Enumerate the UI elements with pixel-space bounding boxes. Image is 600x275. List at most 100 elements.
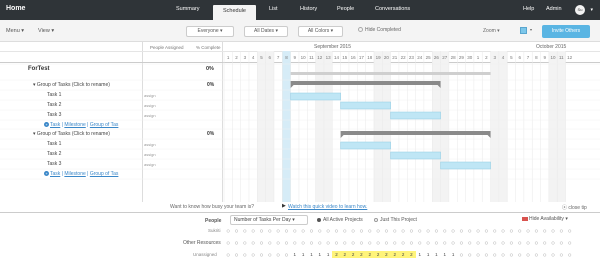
availability-dot — [334, 229, 339, 233]
availability-dot — [559, 241, 563, 245]
add-task-link[interactable]: Task — [50, 122, 60, 128]
add-group-link[interactable]: Group of Tas — [90, 171, 119, 177]
availability-dot — [434, 241, 438, 245]
assign-link[interactable]: assign — [144, 152, 156, 157]
task-name[interactable]: Task 3 — [47, 161, 61, 167]
help-link[interactable]: Help — [523, 6, 534, 12]
availability-dot — [351, 229, 355, 233]
people-filter-dropdown[interactable]: Everyone ▾ — [186, 26, 234, 37]
availability-dot — [393, 229, 397, 233]
availability-dot — [226, 229, 230, 233]
task-bar — [340, 141, 391, 150]
chevron-down-icon[interactable]: ▾ — [590, 7, 593, 13]
day-label: 10 — [551, 55, 557, 60]
tab-summary[interactable]: Summary — [176, 6, 200, 12]
availability-dot — [276, 229, 280, 233]
video-link[interactable]: Watch this quick video to learn how. — [288, 204, 367, 210]
day-label: 13 — [326, 55, 332, 60]
group-label: Group of Tasks (Click to rename) — [36, 82, 110, 88]
day-label: 2 — [485, 55, 488, 60]
add-links: + Task | Milestone | Group of Tas — [44, 171, 119, 177]
assign-link[interactable]: assign — [144, 162, 156, 167]
availability-dot — [443, 229, 447, 233]
availability-dot — [234, 241, 239, 245]
availability-dot — [243, 253, 247, 257]
collapse-triangle-icon[interactable]: ▾ — [33, 131, 36, 137]
close-icon: ⓧ — [562, 205, 568, 211]
task-name[interactable]: Task 1 — [47, 92, 61, 98]
group-row[interactable]: ▾ Group of Tasks (Click to rename) — [33, 131, 110, 137]
home-link[interactable]: Home — [6, 5, 25, 12]
collapse-triangle-icon[interactable]: ▾ — [33, 82, 36, 88]
task-name[interactable]: Task 3 — [47, 112, 61, 118]
plus-icon: + — [44, 122, 49, 128]
add-group-link[interactable]: Group of Tas — [90, 122, 119, 128]
availability-dot — [443, 241, 447, 245]
view-button[interactable]: View ▾ — [38, 28, 54, 34]
menu-button[interactable]: Menu ▾ — [6, 28, 24, 34]
day-label: 27 — [442, 55, 448, 60]
admin-link[interactable]: Admin — [546, 6, 562, 12]
assign-link[interactable]: assign — [144, 93, 156, 98]
availability-dot — [276, 253, 280, 257]
availability-dot — [551, 241, 555, 245]
group-percent: 0% — [207, 82, 215, 88]
availability-dot — [259, 241, 264, 245]
assign-link[interactable]: assign — [144, 113, 156, 118]
avatar[interactable]: Su — [575, 5, 585, 15]
availability-dot — [509, 241, 513, 245]
close-tip-link[interactable]: ⓧ close tip — [562, 204, 587, 211]
availability-dot — [493, 229, 497, 233]
group-summary-bar — [340, 131, 491, 135]
availability-dot — [309, 241, 314, 245]
hide-completed-toggle[interactable]: Hide Completed — [358, 27, 401, 33]
zoom-control[interactable]: Zoom ▾ — [483, 28, 500, 34]
day-label: 12 — [317, 55, 323, 60]
task-bar — [440, 161, 491, 170]
add-milestone-link[interactable]: Milestone — [64, 122, 85, 128]
assign-link[interactable]: assign — [144, 142, 156, 147]
availability-dot — [451, 241, 455, 245]
availability-dot — [376, 229, 380, 233]
date-filter-label: All Dates — [254, 28, 275, 34]
header-line — [0, 51, 600, 52]
group-label: Group of Tasks (Click to rename) — [36, 131, 110, 137]
chevron-down-icon[interactable]: ▾ — [530, 27, 532, 32]
tab-conversations[interactable]: Conversations — [375, 6, 410, 12]
summary-bar-cap — [487, 135, 491, 138]
assign-link[interactable]: assign — [144, 103, 156, 108]
tab-history[interactable]: History — [300, 6, 317, 12]
color-filter-dropdown[interactable]: All Colors ▾ — [298, 26, 343, 37]
task-name[interactable]: Task 2 — [47, 151, 61, 157]
availability-dot — [484, 253, 488, 257]
day-label: 23 — [409, 55, 415, 60]
tab-schedule[interactable]: Schedule — [213, 5, 256, 20]
invite-others-button[interactable]: Invite Others — [542, 25, 590, 38]
day-label: 25 — [426, 55, 432, 60]
availability-dot — [468, 229, 472, 233]
date-filter-dropdown[interactable]: All Dates ▾ — [244, 26, 288, 37]
day-label: 3 — [244, 55, 247, 60]
task-bar — [390, 151, 441, 160]
play-icon[interactable]: ▶ — [282, 203, 286, 209]
day-label: 6 — [518, 55, 521, 60]
tab-people[interactable]: People — [337, 6, 354, 12]
add-task-link[interactable]: Task — [50, 171, 60, 177]
today-column — [282, 51, 291, 202]
color-swatch-icon[interactable] — [520, 27, 527, 34]
project-name[interactable]: ForTest — [28, 66, 50, 72]
availability-dot — [368, 241, 372, 245]
availability-dot — [534, 241, 538, 245]
summary-bar-cap — [290, 85, 294, 88]
task-name[interactable]: Task 2 — [47, 102, 61, 108]
task-name[interactable]: Task 1 — [47, 141, 61, 147]
availability-dot — [384, 241, 388, 245]
availability-dot — [268, 241, 272, 245]
tab-list[interactable]: List — [269, 6, 278, 12]
availability-dot — [226, 241, 230, 245]
add-milestone-link[interactable]: Milestone — [64, 171, 85, 177]
hide-completed-label: Hide Completed — [365, 27, 401, 33]
availability-dot — [251, 241, 255, 245]
group-row[interactable]: ▾ Group of Tasks (Click to rename) — [33, 82, 110, 88]
availability-dot — [409, 229, 413, 233]
